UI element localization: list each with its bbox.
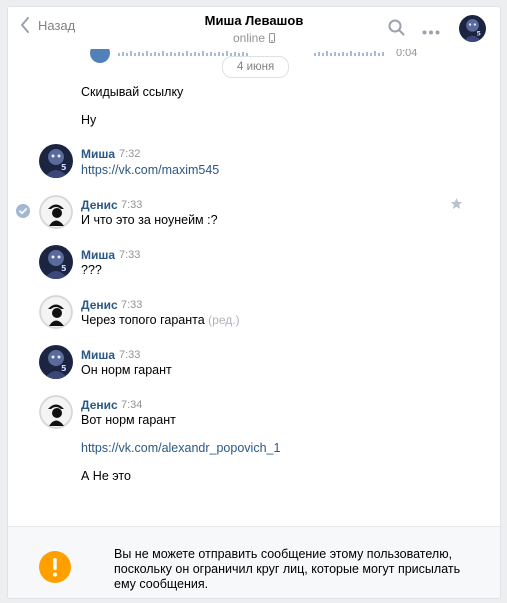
chat-window: Назад Миша Левашов online 5 0:04 4 июня … <box>7 6 501 599</box>
more-dots-icon <box>422 30 440 35</box>
more-button[interactable] <box>422 24 440 38</box>
message-link[interactable]: https://vk.com/maxim545 <box>81 163 219 177</box>
warning-icon <box>39 551 71 583</box>
message-text: ??? <box>81 263 102 277</box>
avatar[interactable] <box>39 195 73 229</box>
message-time[interactable]: 7:34 <box>121 399 142 411</box>
message-text: Вот норм гарант <box>81 413 176 427</box>
message-text: А Не это <box>81 469 131 483</box>
read-check-icon <box>16 204 30 221</box>
message-author[interactable]: Миша <box>81 147 115 161</box>
status-text: online <box>232 31 266 45</box>
avatar[interactable] <box>39 395 73 429</box>
message-link[interactable]: https://vk.com/alexandr_popovich_1 <box>81 441 280 455</box>
message-author[interactable]: Денис <box>81 298 118 312</box>
svg-text:5: 5 <box>61 264 67 273</box>
message-time[interactable]: 7:33 <box>119 349 140 361</box>
peer-avatar[interactable]: 5 <box>459 15 486 42</box>
message-time[interactable]: 7:33 <box>119 249 140 261</box>
avatar[interactable] <box>39 295 73 329</box>
message-author[interactable]: Денис <box>81 398 118 412</box>
avatar[interactable]: 5 <box>39 345 73 379</box>
message-text: Он норм гарант <box>81 363 172 377</box>
avatar-image-icon <box>39 295 73 329</box>
message-text: Через топого гаранта (ред.) <box>81 313 240 327</box>
star-icon[interactable] <box>450 197 463 213</box>
message-author[interactable]: Миша <box>81 248 115 262</box>
avatar-image-icon <box>39 395 73 429</box>
avatar-image-icon: 5 <box>459 15 486 42</box>
avatar-image-icon: 5 <box>39 345 73 379</box>
avatar-image-icon: 5 <box>39 144 73 178</box>
message-author[interactable]: Денис <box>81 198 118 212</box>
message-time[interactable]: 7:33 <box>121 299 142 311</box>
mobile-icon <box>269 33 276 43</box>
message-text: И что это за ноунейм :? <box>81 213 218 227</box>
search-button[interactable] <box>388 19 405 39</box>
message-text: Скидывай ссылку <box>81 85 184 99</box>
message-body: Через топого гаранта <box>81 313 205 327</box>
avatar-image-icon <box>39 195 73 229</box>
svg-text:5: 5 <box>476 31 480 38</box>
message-time[interactable]: 7:33 <box>121 199 142 211</box>
search-icon <box>388 19 405 36</box>
blocked-notice: Вы не можете отправить сообщение этому п… <box>8 526 500 598</box>
avatar-image-icon: 5 <box>39 245 73 279</box>
chat-header: Назад Миша Левашов online 5 <box>8 7 500 49</box>
avatar[interactable]: 5 <box>39 245 73 279</box>
peer-status: online <box>232 31 276 45</box>
message-time[interactable]: 7:32 <box>119 148 140 160</box>
message-author[interactable]: Миша <box>81 348 115 362</box>
edited-mark: (ред.) <box>208 313 240 327</box>
notice-text: Вы не можете отправить сообщение этому п… <box>114 547 461 591</box>
svg-text:5: 5 <box>61 364 67 373</box>
message-text: Ну <box>81 113 97 127</box>
date-divider: 4 июня <box>222 56 290 78</box>
svg-text:5: 5 <box>61 163 67 172</box>
avatar[interactable]: 5 <box>39 144 73 178</box>
